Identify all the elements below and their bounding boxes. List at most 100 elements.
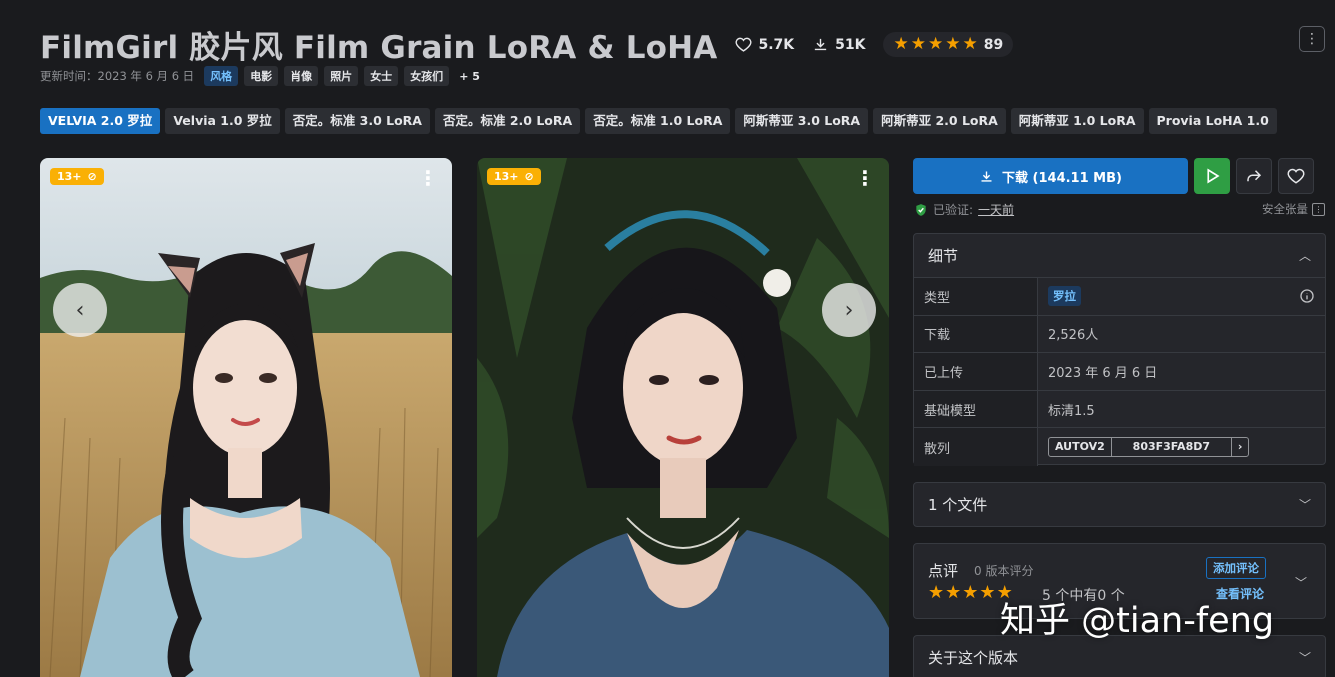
chevron-up-icon: ︿ [1298,249,1311,263]
jungle-portrait-image [477,158,889,677]
tag-woman[interactable]: 女士 [364,66,399,86]
shield-check-icon [916,203,926,216]
download-label: 下载 (144.11 MB) [1002,170,1122,186]
run-button[interactable] [1194,158,1230,194]
tag-movie[interactable]: 电影 [244,66,279,86]
likes-count: 5.7K [758,36,795,53]
chevron-left-icon: ‹ [75,297,85,323]
page-title: FilmGirl 胶片风 Film Grain LoRA & LoHA [40,30,718,66]
chevron-right-icon[interactable]: › [1232,438,1249,456]
star-icon: ★ [893,34,909,54]
heart-icon [1287,168,1305,184]
detail-key: 基础模型 [914,390,1038,428]
tag-girls[interactable]: 女孩们 [404,66,450,86]
tag-style[interactable]: 风格 [204,66,239,86]
star-icon: ★ [910,34,926,54]
version-tab[interactable]: Velvia 1.0 罗拉 [165,108,280,134]
detail-row-type: 类型 罗拉 [914,278,1325,316]
more-tags[interactable]: + 5 [459,70,480,83]
detail-row-uploaded: 已上传 2023 年 6 月 6 日 [914,353,1325,391]
star-icon: ★ [962,582,979,603]
safetensor-label: 安全张量 [1262,202,1308,216]
star-icon: ★ [928,582,945,603]
star-icon: ★ [945,582,962,603]
carousel-prev-button[interactable]: ‹ [53,283,107,337]
star-icon: ★ [962,34,978,54]
more-menu-button[interactable]: ⋮ [1299,26,1325,52]
nsfw-level-label: 13+ [494,170,519,183]
title-row: FilmGirl 胶片风 Film Grain LoRA & LoHA 5.7K… [40,22,1014,67]
verified-label: 已验证: [933,203,974,217]
version-tab[interactable]: 阿斯蒂亚 2.0 LoRA [873,108,1006,134]
rating-stars: ★ ★ ★ ★ ★ [893,36,977,53]
tag-portrait[interactable]: 肖像 [284,66,319,86]
download-icon [814,38,827,51]
detail-key: 下载 [914,315,1038,353]
detail-value: 2,526人 [1048,328,1099,344]
watermark: 知乎 @tian-feng [1000,601,1275,641]
rating-count: 89 [983,36,1004,53]
version-tab[interactable]: 否定。标准 1.0 LoRA [585,108,731,134]
wheat-field-portrait-image [40,158,452,677]
detail-value: AUTOV2 803F3FA8D7 › [1038,428,1325,466]
nsfw-level-badge[interactable]: 13+ ⊘ [50,168,104,185]
verified-time-link[interactable]: 一天前 [978,201,1014,218]
safetensor-info[interactable]: 安全张量 ⋮ [1262,201,1325,217]
reviews-version-count: 0 版本评分 [974,564,1034,578]
chevron-down-icon[interactable]: ﹀ [1295,574,1307,591]
hash-copy-control[interactable]: AUTOV2 803F3FA8D7 › [1048,437,1250,458]
share-icon [1247,170,1262,182]
detail-value: 标清1.5 [1048,403,1095,419]
tag-photo[interactable]: 照片 [324,66,359,86]
reviews-title: 点评 [928,562,959,580]
image-menu-icon[interactable]: ⋮ [855,168,875,188]
star-icon: ★ [979,582,996,603]
downloads-count: 51K [835,36,866,53]
about-label: 关于这个版本 [928,649,1019,667]
info-icon[interactable] [1299,288,1315,304]
downloads-stat: 51K [812,36,865,53]
nsfw-level-badge[interactable]: 13+ ⊘ [487,168,541,185]
version-tab[interactable]: 否定。标准 2.0 LoRA [434,108,581,134]
version-tabs: VELVIA 2.0 罗拉 Velvia 1.0 罗拉 否定。标准 3.0 Lo… [40,108,1277,134]
files-panel[interactable]: 1 个文件 ﹀ [913,482,1326,527]
rating-pill[interactable]: ★ ★ ★ ★ ★ 89 [883,32,1014,57]
download-icon [981,171,992,182]
info-icon: ⋮ [1312,202,1325,216]
vertical-dots-icon: ⋮ [1305,31,1319,47]
version-tab[interactable]: Provia LoHA 1.0 [1148,108,1277,134]
version-tab[interactable]: 阿斯蒂亚 3.0 LoRA [735,108,869,134]
download-actions: 下载 (144.11 MB) [913,158,1314,194]
gallery-image[interactable]: 13+ ⊘ ⋮ [477,158,889,677]
chevron-right-icon: › [844,297,854,323]
favorite-button[interactable] [1278,158,1314,194]
gallery-image[interactable]: 13+ ⊘ ⋮ [40,158,452,677]
details-header[interactable]: 细节 ︿ [914,234,1325,278]
eye-off-icon: ⊘ [87,170,97,183]
share-button[interactable] [1236,158,1272,194]
detail-key: 已上传 [914,353,1038,390]
carousel-next-button[interactable]: › [822,283,876,337]
type-badge: 罗拉 [1048,286,1081,307]
hash-value[interactable]: 803F3FA8D7 [1112,438,1232,457]
model-page: FilmGirl 胶片风 Film Grain LoRA & LoHA 5.7K… [0,0,1335,677]
heart-icon [735,37,752,52]
star-icon: ★ [945,34,961,54]
play-icon [1207,168,1220,184]
nsfw-level-label: 13+ [57,170,82,183]
detail-key: 类型 [914,278,1038,315]
meta-row: 更新时间：2023 年 6 月 6 日 风格 电影 肖像 照片 女士 女孩们 +… [40,66,480,86]
version-tab[interactable]: VELVIA 2.0 罗拉 [40,108,161,134]
version-tab[interactable]: 否定。标准 3.0 LoRA [284,108,430,134]
files-label: 1 个文件 [928,496,988,514]
detail-row-hash: 散列 AUTOV2 803F3FA8D7 › [914,428,1325,466]
download-button[interactable]: 下载 (144.11 MB) [913,158,1188,194]
image-menu-icon[interactable]: ⋮ [418,168,438,188]
likes-stat[interactable]: 5.7K [735,36,794,53]
detail-key: 散列 [914,428,1038,466]
hash-type[interactable]: AUTOV2 [1049,438,1112,457]
add-review-button[interactable]: 添加评论 [1206,557,1266,579]
verified-status: 已验证: 一天前 [914,201,1014,218]
chevron-down-icon: ﹀ [1298,651,1311,665]
version-tab[interactable]: 阿斯蒂亚 1.0 LoRA [1010,108,1144,134]
